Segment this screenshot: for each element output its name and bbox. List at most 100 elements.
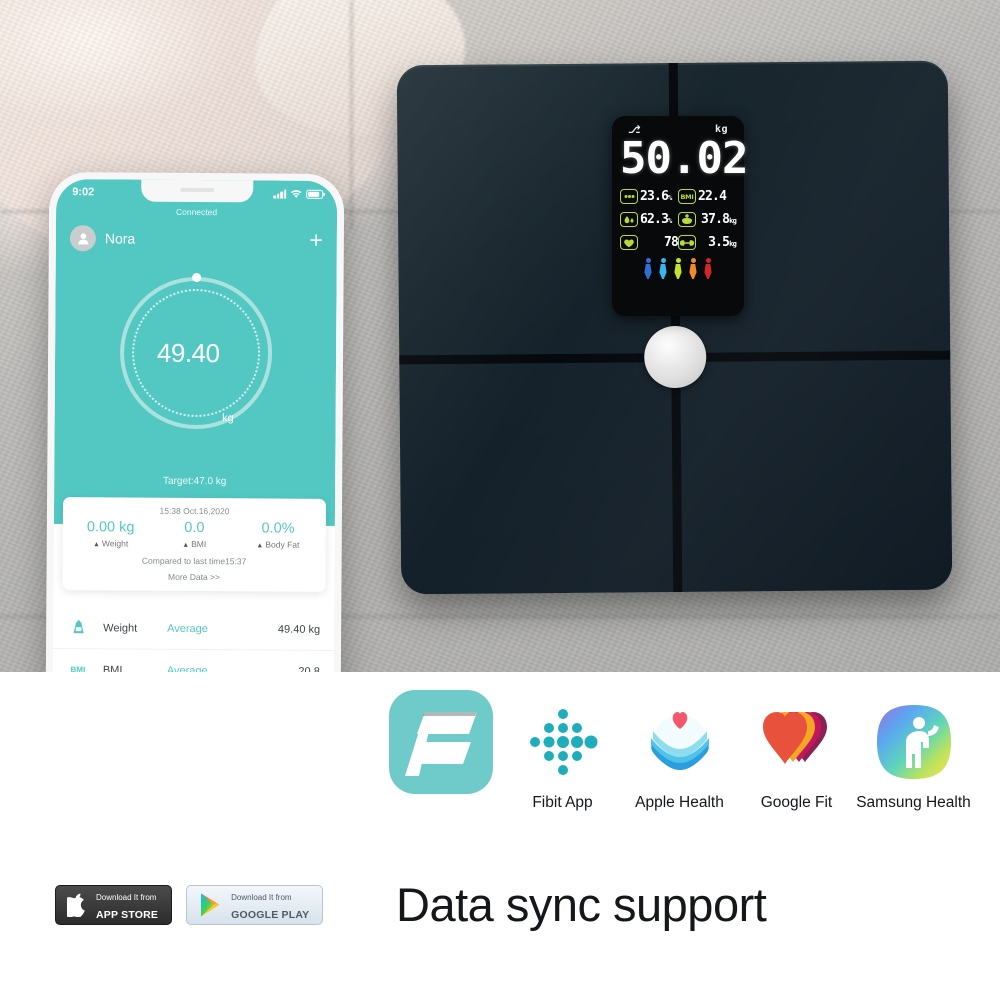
water-icon — [620, 212, 638, 227]
list-item[interactable]: Weight Average 49.40 kg — [53, 607, 335, 651]
tile-seam — [350, 0, 353, 230]
body-type-figure — [689, 258, 697, 280]
led-metric-row: 23.6% BMI 22.4 — [620, 185, 736, 208]
user-name: Nora — [104, 230, 136, 247]
cellular-bars-icon — [273, 189, 287, 199]
ring-value: 49.40 kg — [119, 276, 272, 429]
product-marketing-image: ⎇ kg 50.02 23.6% BMI 22.4 62.3% 37.8kg 7… — [0, 0, 1000, 1000]
bmi-icon: BMI — [678, 189, 696, 204]
apple-health-icon — [639, 696, 721, 788]
trend-up-icon: ▲ — [256, 542, 264, 550]
badge-line2: GOOGLE PLAY — [231, 909, 310, 921]
google-fit-icon — [755, 696, 839, 788]
battery-icon — [306, 189, 324, 199]
comparison-label: Compared to last time15:37 — [141, 555, 247, 567]
led-bmi-value: 22.4 — [698, 189, 727, 204]
wifi-icon — [291, 189, 302, 198]
bottom-section: Fibit App Apple Health Google Fit Samsun… — [0, 672, 1000, 1000]
supported-apps-row: Fibit App Apple Health Google Fit Samsun… — [378, 690, 972, 811]
measurement-date: 15:38 Oct.16,2020 — [159, 505, 230, 517]
trend-up-icon: ▲ — [92, 541, 100, 549]
led-metric-heart: 78 — [620, 235, 679, 250]
fitbit-icon — [523, 696, 603, 788]
avatar[interactable] — [69, 225, 96, 252]
app-fitbit: Fibit App — [504, 696, 621, 811]
add-user-button[interactable]: + — [309, 227, 323, 253]
app-samsung-health: Samsung Health — [855, 696, 972, 811]
delta-value: 0.0% — [261, 520, 295, 537]
more-data-link[interactable]: More Data >> — [68, 571, 319, 583]
led-metric-water: 62.3% — [620, 212, 678, 227]
samsung-health-icon — [874, 696, 954, 788]
metric-name: Weight — [103, 621, 138, 635]
delta-value: 0.0 — [184, 519, 205, 537]
badge-text: Download It from GOOGLE PLAY — [231, 887, 309, 923]
delta-label: ▲ Body Fat — [256, 539, 300, 550]
app-store-badge[interactable]: Download It from APP STORE — [55, 885, 173, 925]
led-bone-value: 3.5kg — [708, 235, 737, 250]
led-metric-muscle: 37.8kg — [678, 212, 737, 227]
heart-icon — [620, 235, 638, 250]
body-type-figure — [704, 258, 712, 280]
body-type-figure — [659, 258, 667, 280]
body-type-figure — [644, 258, 652, 280]
led-muscle-value: 37.8kg — [701, 212, 737, 227]
user-avatar-icon — [77, 232, 88, 244]
apple-logo-icon — [67, 893, 85, 917]
scale-led-display: ⎇ kg 50.02 23.6% BMI 22.4 62.3% 37.8kg 7… — [612, 116, 748, 316]
bone-icon — [678, 235, 696, 250]
weight-value: 49.40 — [156, 337, 220, 368]
metric-value: 49.40 kg — [277, 623, 321, 636]
led-fat-value: 23.6% — [640, 189, 672, 204]
delta-stat-bodyfat: 0.0% ▲ Body Fat — [236, 520, 320, 550]
earpiece-speaker — [179, 187, 214, 193]
led-weight-value: 50.02 — [620, 133, 748, 184]
app-google-fit: Google Fit — [738, 696, 855, 811]
connection-status: Connected — [175, 206, 218, 218]
delta-stat-bmi: 0.0 ▲ BMI — [152, 520, 236, 550]
led-metric-bone: 3.5kg — [678, 235, 737, 250]
led-metric-bmi: BMI 22.4 — [678, 189, 736, 204]
led-heart-value: 78 — [663, 235, 679, 250]
led-metrics-grid: 23.6% BMI 22.4 62.3% 37.8kg 78 3.5kg — [620, 185, 737, 254]
app-header: Nora + — [56, 219, 337, 259]
phone-notch — [140, 179, 253, 203]
delta-stats: 0.00 kg ▲ Weight 0.0 ▲ BMI 0.0% ▲ Body Fat — [69, 519, 320, 550]
body-type-indicators — [620, 258, 736, 280]
led-metric-row: 78 3.5kg — [620, 231, 737, 254]
muscle-icon — [678, 212, 696, 227]
weight-progress-ring: 49.40 kg — [119, 272, 273, 430]
fat-mass-icon — [620, 189, 638, 204]
led-water-value: 62.3% — [640, 212, 672, 227]
badge-line1: Download It from — [96, 893, 157, 903]
store-badges: Download It from APP STORE Download It f… — [55, 885, 324, 925]
led-metric-row: 62.3% 37.8kg — [620, 208, 737, 231]
google-play-icon — [201, 893, 220, 917]
app-label: Apple Health — [635, 794, 724, 811]
fitdays-logo — [389, 690, 493, 794]
status-time: 9:02 — [72, 186, 95, 199]
measurement-summary-card: 15:38 Oct.16,2020 0.00 kg ▲ Weight 0.0 ▲ B… — [62, 497, 327, 592]
delta-stat-weight: 0.00 kg ▲ Weight — [69, 519, 153, 549]
target-weight-label: Target:47.0 kg — [162, 475, 227, 488]
trend-up-icon: ▲ — [182, 541, 190, 549]
led-metric-fat: 23.6% — [620, 189, 678, 204]
body-type-figure — [674, 258, 682, 280]
badge-line2: APP STORE — [96, 909, 159, 921]
badge-line1: Download It from — [231, 893, 292, 903]
app-apple-health: Apple Health — [621, 696, 738, 811]
app-label: Google Fit — [760, 794, 833, 811]
metric-status: Average — [167, 622, 208, 635]
delta-label: ▲ Weight — [92, 538, 129, 549]
app-label: Fibit App — [532, 794, 593, 811]
google-play-badge[interactable]: Download It from GOOGLE PLAY — [186, 885, 324, 925]
delta-value: 0.00 kg — [86, 519, 135, 536]
app-fitdays — [378, 690, 504, 794]
status-icons — [273, 189, 324, 199]
delta-label: ▲ BMI — [182, 538, 207, 550]
app-label: Samsung Health — [856, 794, 971, 811]
badge-text: Download It from APP STORE — [96, 887, 158, 923]
weight-scale-icon — [67, 620, 89, 635]
weight-unit: kg — [222, 412, 234, 425]
page-title: Data sync support — [396, 878, 767, 931]
